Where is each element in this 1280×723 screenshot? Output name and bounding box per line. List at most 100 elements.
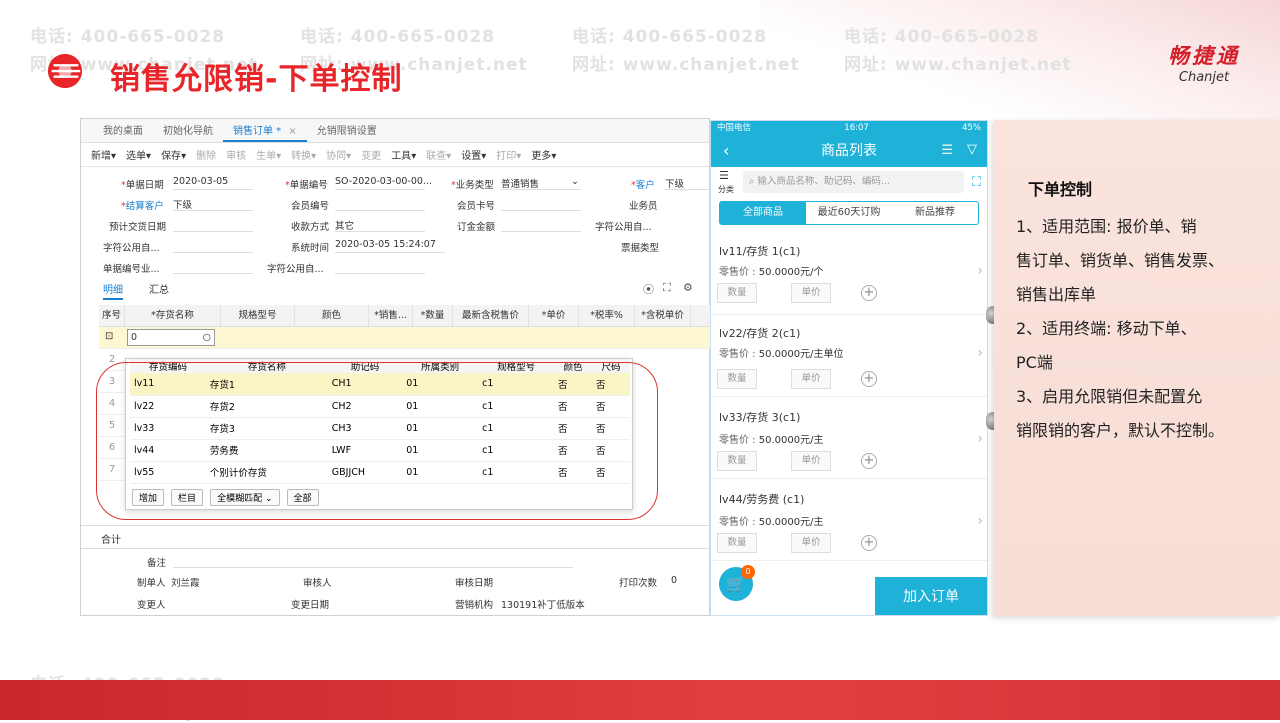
tab-recent-orders[interactable]: 最近60天订购 bbox=[806, 202, 892, 224]
settings-button[interactable]: 设置▾ bbox=[461, 147, 486, 162]
remark-field[interactable] bbox=[173, 554, 573, 568]
tab-summary[interactable]: 汇总 bbox=[149, 281, 169, 296]
audit-button[interactable]: 审核 bbox=[226, 147, 246, 162]
auditor-label: 审核人 bbox=[303, 578, 332, 589]
convert-button-label: 转换 bbox=[291, 151, 312, 162]
cart-badge: 0 bbox=[741, 565, 755, 579]
pay-field[interactable]: 其它 bbox=[335, 218, 425, 232]
more-button-label: 更多 bbox=[531, 151, 552, 162]
product-name: lv33/存货 3(c1) bbox=[719, 411, 801, 424]
deposit-label: 订金金额 bbox=[457, 222, 496, 233]
battery: 45% bbox=[962, 123, 981, 133]
change-button[interactable]: 变更 bbox=[361, 147, 381, 162]
stock-name-input[interactable]: 0 ○ bbox=[127, 329, 215, 346]
biztype-select[interactable]: 普通销售 ⌄ bbox=[501, 176, 581, 190]
list-item[interactable]: lv44/劳务费 (c1) 零售价 : 50.0000元/主 数量 单价 + › bbox=[711, 479, 987, 561]
tab-new-products[interactable]: 新品推荐 bbox=[892, 202, 978, 224]
settle-label-text: 结算客户 bbox=[125, 201, 164, 212]
collab-button[interactable]: 协同▾ bbox=[326, 147, 351, 162]
select-button-label: 选单 bbox=[126, 151, 147, 162]
search-icon[interactable]: ○ bbox=[203, 330, 211, 345]
grid-col-name: *存货名称 bbox=[125, 305, 221, 326]
query-button[interactable]: 联查▾ bbox=[426, 147, 451, 162]
price-input[interactable]: 单价 bbox=[791, 451, 831, 471]
plus-icon[interactable]: + bbox=[861, 285, 877, 301]
deposit-field[interactable] bbox=[501, 218, 581, 232]
add-to-order-button[interactable]: 加入订单 bbox=[875, 577, 987, 615]
custom1-label: 字符公用自... bbox=[595, 222, 652, 233]
category-icon[interactable]: ☰ bbox=[719, 169, 729, 182]
category-label: 分类 bbox=[718, 185, 734, 194]
tab-all-products[interactable]: 全部商品 bbox=[720, 202, 806, 224]
scan-icon[interactable]: ⛶ bbox=[663, 281, 671, 295]
location-icon[interactable]: ⦿ bbox=[643, 281, 654, 297]
row-selector-icon[interactable]: ⊡ bbox=[105, 331, 113, 342]
settings-icon[interactable]: ⚙ bbox=[683, 281, 693, 294]
grid-col-tax: *税率% bbox=[579, 305, 635, 326]
search-input[interactable]: ⌕ 输入商品名称、助记码、编码... bbox=[743, 171, 964, 193]
no-field[interactable]: SO-2020-03-00-00... bbox=[335, 176, 432, 190]
tools-button[interactable]: 工具▾ bbox=[391, 147, 416, 162]
list-item[interactable]: lv11/存货 1(c1) 零售价 : 50.0000元/个 数量 单价 + › bbox=[711, 233, 987, 315]
qty-input[interactable]: 数量 bbox=[717, 533, 757, 553]
note-heading: 下单控制 bbox=[1028, 180, 1093, 199]
new-button[interactable]: 新增▾ bbox=[91, 147, 116, 162]
order-list-icon[interactable]: ☰ bbox=[941, 143, 953, 158]
no-label-text: 单据编号 bbox=[289, 180, 328, 191]
custom3-field[interactable] bbox=[335, 260, 425, 274]
maker-label: 制单人 bbox=[137, 578, 166, 589]
filter-icon[interactable]: ▽ bbox=[967, 142, 977, 157]
tab-my-desktop[interactable]: 我的桌面 bbox=[93, 122, 153, 142]
billno-field[interactable] bbox=[173, 260, 253, 274]
qty-input[interactable]: 数量 bbox=[717, 283, 757, 303]
clock: 16:07 bbox=[844, 123, 869, 133]
product-price: 零售价 : 50.0000元/个 bbox=[719, 263, 823, 278]
date-field[interactable]: 2020-03-05 bbox=[173, 176, 253, 190]
card-field[interactable] bbox=[501, 197, 581, 211]
customer-field[interactable]: 下级 bbox=[665, 176, 709, 190]
delivery-field[interactable] bbox=[173, 218, 253, 232]
member-field[interactable] bbox=[335, 197, 425, 211]
qty-input[interactable]: 数量 bbox=[717, 451, 757, 471]
plus-icon[interactable]: + bbox=[861, 371, 877, 387]
status-bar: 中国电信 16:07 45% bbox=[711, 121, 987, 135]
brand-cn: 畅捷通 bbox=[1168, 44, 1240, 68]
settle-field[interactable]: 下级 bbox=[173, 197, 253, 211]
price-value: 50.0000元/主 bbox=[758, 517, 824, 528]
note-panel: 下单控制 1、适用范围: 报价单、销 售订单、销货单、销售发票、 销售出库单 2… bbox=[994, 120, 1280, 616]
list-item[interactable]: lv22/存货 2(c1) 零售价 : 50.0000元/主单位 数量 单价 +… bbox=[711, 315, 987, 397]
price-label: 零售价 : bbox=[719, 517, 756, 528]
tab-init-guide[interactable]: 初始化导航 bbox=[153, 122, 223, 142]
qty-input[interactable]: 数量 bbox=[717, 369, 757, 389]
org-value: 130191补丁低版本 bbox=[501, 600, 585, 611]
save-button-label: 保存 bbox=[161, 151, 182, 162]
product-price: 零售价 : 50.0000元/主单位 bbox=[719, 345, 859, 360]
biztype-value: 普通销售 bbox=[501, 179, 540, 190]
convert-button[interactable]: 转换▾ bbox=[291, 147, 316, 162]
plus-icon[interactable]: + bbox=[861, 535, 877, 551]
query-button-label: 联查 bbox=[426, 151, 447, 162]
tab-sales-order[interactable]: 销售订单 * × bbox=[223, 122, 307, 142]
tab-allow-limit[interactable]: 允销限销设置 bbox=[307, 122, 387, 142]
save-button[interactable]: 保存▾ bbox=[161, 147, 186, 162]
custom2-field[interactable] bbox=[173, 239, 253, 253]
list-item[interactable]: lv33/存货 3(c1) 零售价 : 50.0000元/主 数量 单价 + › bbox=[711, 397, 987, 479]
print-button[interactable]: 打印▾ bbox=[496, 147, 521, 162]
price-value: 50.0000元/主 bbox=[758, 435, 824, 446]
footer-band bbox=[0, 680, 1280, 720]
close-icon[interactable]: × bbox=[288, 126, 296, 137]
scan-icon[interactable]: ⛶ bbox=[972, 175, 981, 190]
more-button[interactable]: 更多▾ bbox=[531, 147, 556, 162]
custom3-label: 字符公用自... bbox=[267, 264, 324, 275]
delete-button[interactable]: 删除 bbox=[196, 147, 216, 162]
auditdate-label: 审核日期 bbox=[455, 578, 494, 589]
search-bar: ☰ 分类 ⌕ 输入商品名称、助记码、编码... ⛶ bbox=[711, 167, 987, 197]
generate-button[interactable]: 生单▾ bbox=[256, 147, 281, 162]
tab-detail[interactable]: 明细 bbox=[103, 281, 123, 300]
select-button[interactable]: 选单▾ bbox=[126, 147, 151, 162]
price-input[interactable]: 单价 bbox=[791, 283, 831, 303]
plus-icon[interactable]: + bbox=[861, 453, 877, 469]
price-input[interactable]: 单价 bbox=[791, 369, 831, 389]
delivery-label: 预计交货日期 bbox=[109, 222, 167, 233]
price-input[interactable]: 单价 bbox=[791, 533, 831, 553]
